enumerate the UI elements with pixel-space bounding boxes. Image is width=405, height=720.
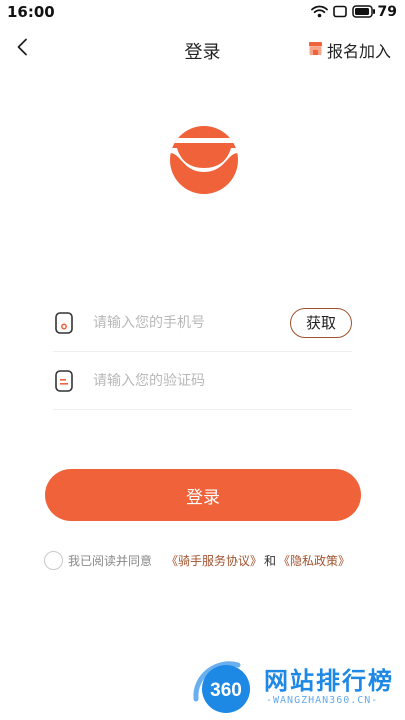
agree-text: 我已阅读并同意	[68, 553, 153, 568]
watermark-badge: 360	[210, 680, 242, 701]
privacy-policy-link[interactable]: 《隐私政策》	[278, 552, 350, 569]
code-input[interactable]	[93, 372, 352, 389]
battery: 79	[351, 3, 397, 22]
watermark-title: 网站排行榜	[264, 667, 394, 695]
watermark-logo-icon: 360	[193, 661, 250, 713]
get-code-button[interactable]: 获取	[290, 307, 352, 338]
agree-and: 和	[264, 553, 277, 568]
status-bar: 16:00 79	[0, 0, 405, 24]
app-logo-icon	[167, 126, 241, 194]
message-icon	[53, 369, 75, 393]
code-row	[53, 352, 352, 410]
watermark: 360 网站排行榜 -WANGZHAN360.CN-	[192, 655, 402, 719]
status-time: 16:00	[7, 3, 55, 21]
status-icons: 79	[310, 3, 397, 22]
phone-row: 获取	[53, 294, 352, 352]
login-button[interactable]: 登录	[45, 469, 361, 521]
battery-icon	[351, 3, 376, 22]
phone-icon	[53, 311, 75, 335]
sim-icon	[332, 3, 347, 22]
login-screen: 16:00 79 登录 报名加入 请输入您的手机号 获取 请输入您的验证码 登录…	[0, 0, 405, 720]
phone-input[interactable]	[93, 314, 290, 331]
agree-checkbox[interactable]	[44, 550, 63, 570]
store-icon	[308, 41, 323, 60]
agreement: 我已阅读并同意 《骑手服务协议》 和 《隐私政策》	[44, 549, 374, 571]
rider-agreement-link[interactable]: 《骑手服务协议》	[166, 552, 262, 569]
wifi-icon	[310, 3, 328, 22]
battery-level: 79	[377, 4, 397, 20]
join-button[interactable]: 报名加入	[308, 38, 391, 62]
nav-bar: 登录 报名加入	[0, 30, 405, 68]
watermark-subtitle: -WANGZHAN360.CN-	[266, 695, 379, 706]
join-label: 报名加入	[326, 42, 391, 61]
